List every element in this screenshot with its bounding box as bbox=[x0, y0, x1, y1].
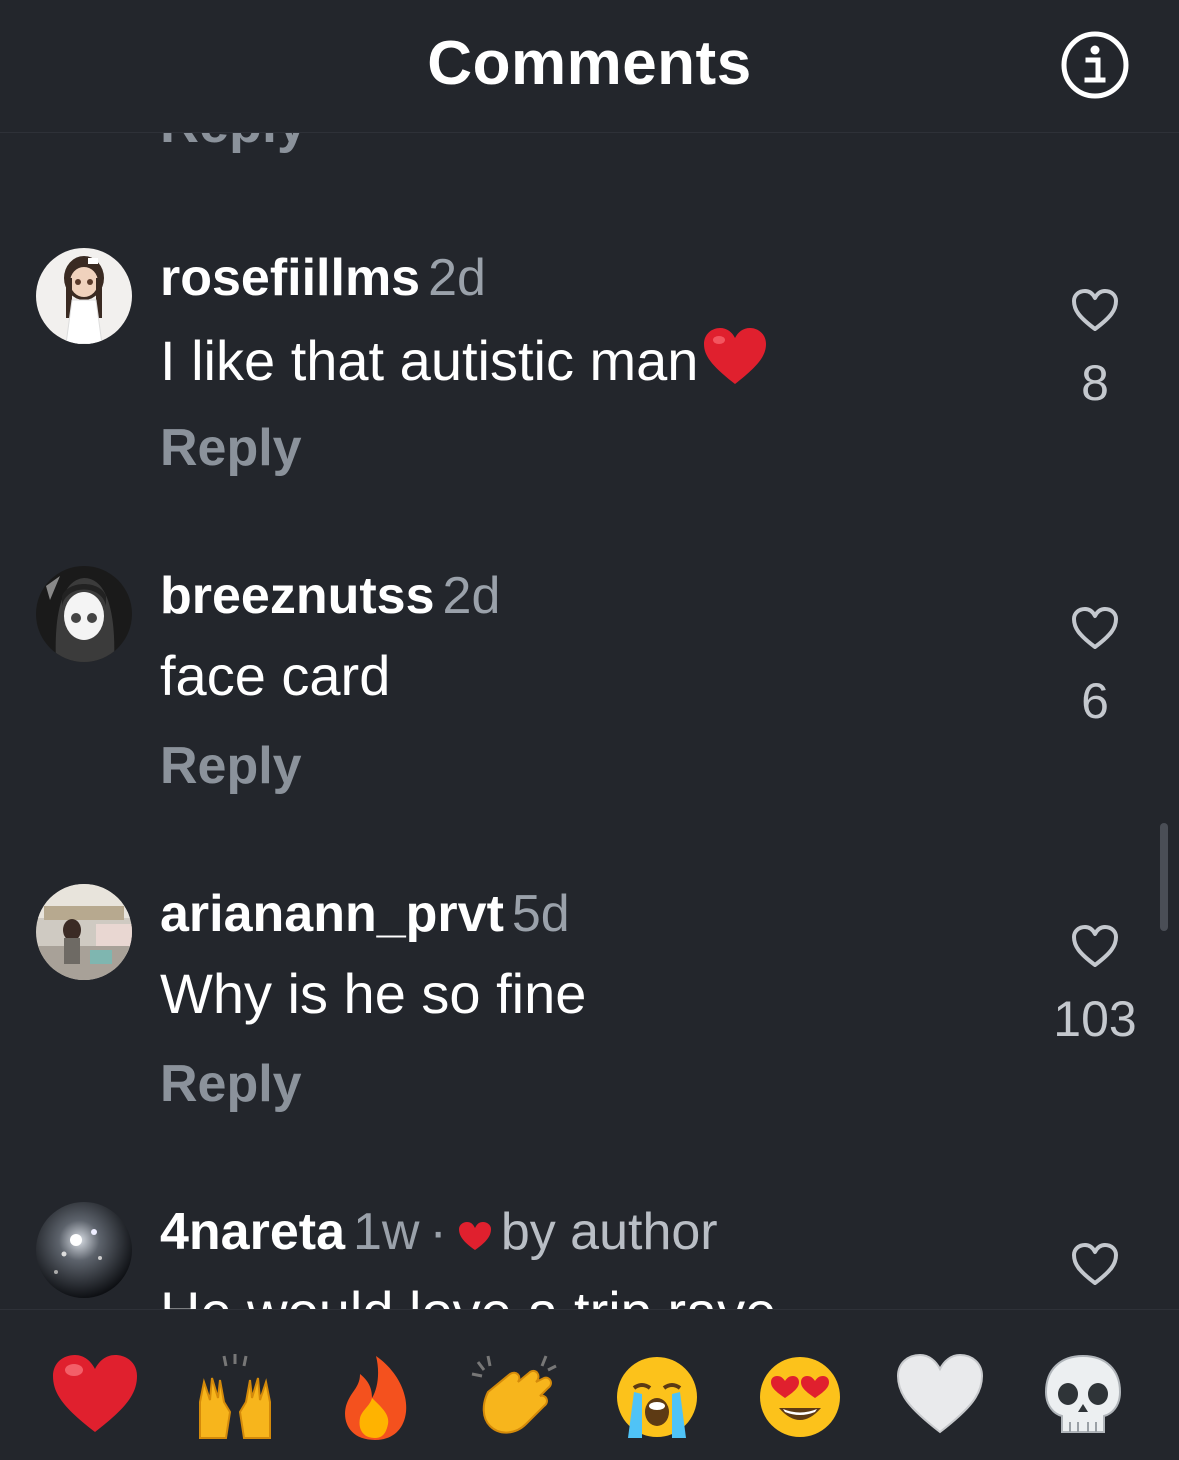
loudly-crying-face-icon[interactable] bbox=[612, 1352, 702, 1442]
comment-text: He would love a trip rave bbox=[160, 1280, 776, 1309]
comment-item: breeznutss 2d face card Reply 6 bbox=[0, 566, 1179, 866]
like-control[interactable]: 8 bbox=[1050, 288, 1140, 412]
heart-outline-icon[interactable] bbox=[1071, 606, 1119, 650]
timestamp: 5d bbox=[511, 885, 570, 943]
comment-text: Why is he so fine bbox=[160, 962, 587, 1025]
separator-dot: · bbox=[429, 1203, 447, 1261]
reply-button[interactable]: Reply bbox=[160, 133, 307, 155]
comment-text: face card bbox=[160, 644, 391, 707]
heart-outline-icon[interactable] bbox=[1071, 924, 1119, 968]
comment-meta: breeznutss 2d bbox=[160, 566, 500, 626]
reply-button[interactable]: Reply bbox=[160, 418, 302, 478]
skull-icon[interactable] bbox=[1038, 1352, 1128, 1442]
comments-header: Comments bbox=[0, 0, 1179, 133]
red-heart-icon[interactable] bbox=[50, 1352, 140, 1442]
reply-button[interactable]: Reply bbox=[160, 736, 302, 796]
avatar[interactable] bbox=[36, 884, 132, 980]
timestamp: 2d bbox=[442, 567, 501, 625]
timestamp: 1w bbox=[353, 1203, 420, 1261]
comment-meta: 4nareta 1w · by author bbox=[160, 1202, 718, 1265]
timestamp: 2d bbox=[428, 249, 486, 307]
comment-list: Reply rosefiillms2d I like that autistic… bbox=[0, 133, 1179, 1309]
clapping-hands-icon[interactable] bbox=[470, 1352, 560, 1442]
liked-by-author-label: by author bbox=[500, 1203, 718, 1261]
like-control[interactable]: 103 bbox=[1050, 924, 1140, 1048]
like-count: 8 bbox=[1081, 355, 1109, 411]
like-count: 6 bbox=[1081, 673, 1109, 729]
author-liked-heart-icon bbox=[457, 1205, 493, 1265]
comment-meta: arianann_prvt 5d bbox=[160, 884, 570, 944]
info-icon[interactable] bbox=[1060, 30, 1130, 100]
like-control[interactable] bbox=[1050, 1242, 1140, 1286]
avatar[interactable] bbox=[36, 566, 132, 662]
heart-eyes-face-icon[interactable] bbox=[755, 1352, 845, 1442]
scrollbar[interactable] bbox=[1160, 823, 1168, 931]
username[interactable]: rosefiillms bbox=[160, 249, 420, 307]
comment-body: I like that autistic man bbox=[160, 329, 699, 392]
raising-hands-icon[interactable] bbox=[190, 1352, 280, 1442]
username[interactable]: 4nareta bbox=[160, 1203, 345, 1261]
reply-button[interactable]: Reply bbox=[160, 1054, 302, 1114]
comment-item: rosefiillms 2d I like that autistic man R… bbox=[0, 248, 1179, 548]
comment-item: 4nareta1w· by author He would love a trip… bbox=[0, 1202, 1179, 1309]
heart-outline-icon[interactable] bbox=[1071, 288, 1119, 332]
username[interactable]: breeznutss bbox=[160, 567, 435, 625]
fire-icon[interactable] bbox=[330, 1352, 420, 1442]
red-heart-emoji-icon bbox=[702, 326, 768, 399]
username[interactable]: arianann_prvt bbox=[160, 885, 504, 943]
avatar[interactable] bbox=[36, 1202, 132, 1298]
page-title: Comments bbox=[427, 29, 752, 98]
emoji-reaction-bar bbox=[0, 1309, 1179, 1460]
heart-outline-icon[interactable] bbox=[1071, 1242, 1119, 1286]
comment-text: I like that autistic man bbox=[160, 326, 768, 399]
like-control[interactable]: 6 bbox=[1050, 606, 1140, 730]
like-count: 103 bbox=[1053, 991, 1137, 1047]
avatar[interactable] bbox=[36, 248, 132, 344]
comment-meta: rosefiillms 2d bbox=[160, 248, 486, 308]
white-heart-icon[interactable] bbox=[895, 1352, 985, 1442]
comment-item: arianann_prvt 5d Why is he so fine Reply … bbox=[0, 884, 1179, 1184]
